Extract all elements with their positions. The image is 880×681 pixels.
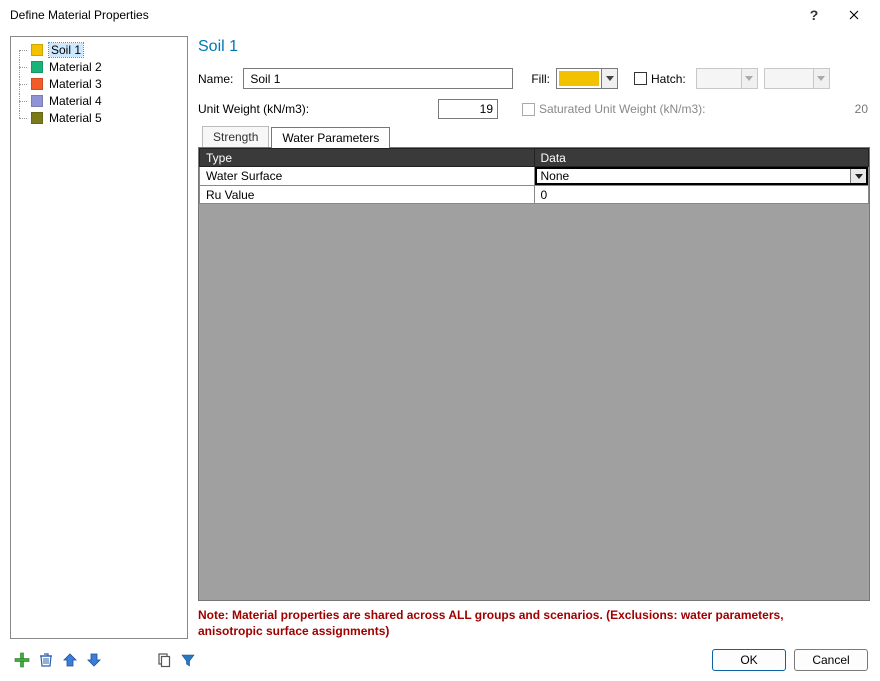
col-data[interactable]: Data: [534, 149, 869, 167]
window-title: Define Material Properties: [10, 8, 794, 22]
hatch-checkbox[interactable]: [634, 72, 647, 85]
close-icon: [849, 10, 859, 20]
chevron-down-icon: [741, 69, 757, 88]
tree-connector: [17, 59, 31, 75]
unit-weight-input[interactable]: [438, 99, 498, 119]
material-label: Material 2: [49, 60, 102, 74]
chevron-down-icon: [850, 169, 866, 183]
cancel-button[interactable]: Cancel: [794, 649, 868, 671]
grid-cell-value: None: [537, 169, 851, 183]
color-swatch: [31, 78, 43, 90]
grid-cell-type: Water Surface: [200, 167, 535, 186]
hatch-color-picker: [764, 68, 830, 89]
grid-row[interactable]: Water Surface None: [200, 167, 869, 186]
filter-button[interactable]: [178, 650, 198, 670]
sat-unit-weight-label: Saturated Unit Weight (kN/m3):: [539, 102, 810, 116]
note-text: Note: Material properties are shared acr…: [198, 607, 870, 639]
material-label: Soil 1: [49, 43, 83, 57]
delete-material-button[interactable]: [36, 650, 56, 670]
material-item[interactable]: Material 5: [13, 110, 185, 126]
material-label: Material 5: [49, 111, 102, 125]
grid-row[interactable]: Ru Value 0: [200, 186, 869, 204]
material-list[interactable]: Soil 1 Material 2 Material 3 Material 4 …: [10, 36, 188, 639]
chevron-down-icon: [601, 69, 617, 88]
arrow-down-icon: [86, 652, 102, 668]
material-item[interactable]: Material 3: [13, 76, 185, 92]
material-label: Material 3: [49, 77, 102, 91]
hatch-label: Hatch:: [651, 72, 686, 86]
chevron-down-icon: [813, 69, 829, 88]
grid-cell-type: Ru Value: [200, 186, 535, 204]
material-item[interactable]: Soil 1: [13, 42, 185, 58]
title-bar: Define Material Properties ?: [0, 0, 880, 30]
sat-unit-weight-value: 20: [810, 102, 870, 116]
color-swatch: [31, 61, 43, 73]
material-item[interactable]: Material 4: [13, 93, 185, 109]
move-up-button[interactable]: [60, 650, 80, 670]
name-input[interactable]: [243, 68, 513, 89]
material-label: Material 4: [49, 94, 102, 108]
fill-swatch: [559, 71, 599, 86]
move-down-button[interactable]: [84, 650, 104, 670]
material-heading: Soil 1: [198, 38, 870, 56]
tab-strip: Strength Water Parameters: [198, 125, 870, 147]
copy-material-button[interactable]: [154, 650, 174, 670]
add-icon: [14, 652, 30, 668]
filter-icon: [180, 652, 196, 668]
fill-label: Fill:: [531, 72, 550, 86]
grid-cell-data[interactable]: None: [534, 167, 869, 186]
unit-weight-label: Unit Weight (kN/m3):: [198, 102, 438, 116]
dialog-footer: OK Cancel: [0, 639, 880, 681]
tab-strength[interactable]: Strength: [202, 126, 269, 147]
ok-button[interactable]: OK: [712, 649, 786, 671]
material-item[interactable]: Material 2: [13, 59, 185, 75]
help-button[interactable]: ?: [794, 0, 834, 30]
color-swatch: [31, 112, 43, 124]
arrow-up-icon: [62, 652, 78, 668]
fill-color-picker[interactable]: [556, 68, 618, 89]
parameter-grid[interactable]: Type Data Water Surface None: [198, 147, 870, 601]
tree-connector: [17, 76, 31, 92]
list-toolbar: [12, 650, 104, 670]
sat-unit-weight-checkbox[interactable]: [522, 103, 535, 116]
tab-water-parameters[interactable]: Water Parameters: [271, 127, 390, 148]
close-button[interactable]: [834, 0, 874, 30]
name-label: Name:: [198, 72, 233, 86]
grid-cell-data[interactable]: 0: [534, 186, 869, 204]
material-editor: Soil 1 Name: Fill: Hatch:: [198, 36, 870, 639]
tree-connector: [17, 110, 31, 126]
color-swatch: [31, 95, 43, 107]
copy-icon: [156, 652, 172, 668]
list-toolbar-extra: [154, 650, 198, 670]
hatch-pattern-picker: [696, 68, 758, 89]
tree-connector: [17, 42, 31, 58]
tree-connector: [17, 93, 31, 109]
trash-icon: [38, 652, 54, 668]
color-swatch: [31, 44, 43, 56]
add-material-button[interactable]: [12, 650, 32, 670]
col-type[interactable]: Type: [200, 149, 535, 167]
